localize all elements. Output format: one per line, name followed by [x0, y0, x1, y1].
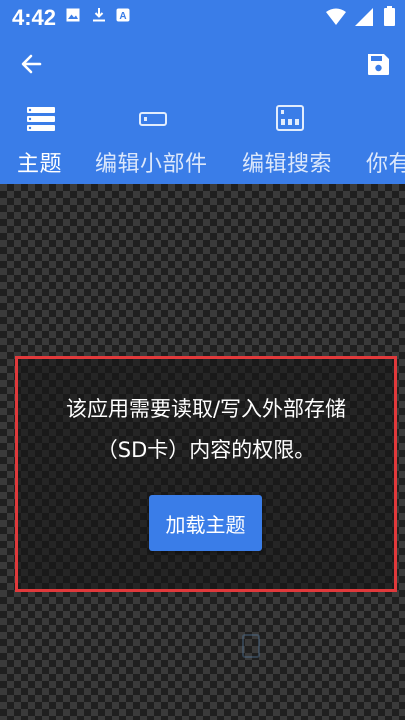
faint-widget-placeholder-icon: [242, 634, 260, 658]
status-time: 4:42: [12, 5, 57, 30]
tab-edit-widget[interactable]: 编辑小部件: [95, 100, 225, 184]
save-button[interactable]: [358, 44, 398, 84]
tab-label-edit-widget: 编辑小部件: [95, 152, 208, 177]
image-icon: [66, 8, 80, 22]
permission-dialog: 该应用需要读取/写入外部存储 （SD卡）内容的权限。 加载主题: [15, 356, 397, 592]
permission-message-line1: 该应用需要读取/写入外部存储: [65, 397, 347, 421]
download-icon: [93, 8, 105, 22]
back-button[interactable]: [12, 44, 52, 84]
save-icon: [368, 54, 389, 75]
status-bar: 4:42 A: [0, 0, 405, 36]
signal-icon: [354, 8, 373, 26]
tab-label-edit-search: 编辑搜索: [242, 152, 333, 177]
tab-overflow[interactable]: 你有: [366, 100, 405, 184]
theme-list-icon: [27, 107, 55, 131]
tab-label-theme: 主题: [17, 152, 63, 177]
tab-edit-search[interactable]: 编辑搜索: [242, 100, 342, 184]
tab-label-overflow: 你有: [366, 152, 405, 177]
tab-theme[interactable]: 主题: [17, 100, 77, 184]
widget-icon: [139, 112, 167, 126]
svg-text:A: A: [119, 11, 126, 22]
load-theme-button[interactable]: 加载主题: [149, 495, 262, 551]
a-badge-icon: A: [116, 8, 130, 22]
tab-bar: 主题 编辑小部件 编辑搜索 你有: [0, 100, 405, 184]
system-icons: [325, 6, 395, 30]
permission-message: 该应用需要读取/写入外部存储 （SD卡）内容的权限。: [18, 389, 394, 471]
wifi-icon: [325, 8, 346, 25]
arrow-left-icon: [21, 54, 42, 74]
app-bar: 4:42 A 主题 编辑小部件 编辑搜索 你有: [0, 0, 405, 184]
battery-icon: [384, 6, 395, 26]
permission-message-line2: （SD卡）内容的权限。: [96, 438, 316, 462]
search-layout-icon: [276, 105, 304, 131]
